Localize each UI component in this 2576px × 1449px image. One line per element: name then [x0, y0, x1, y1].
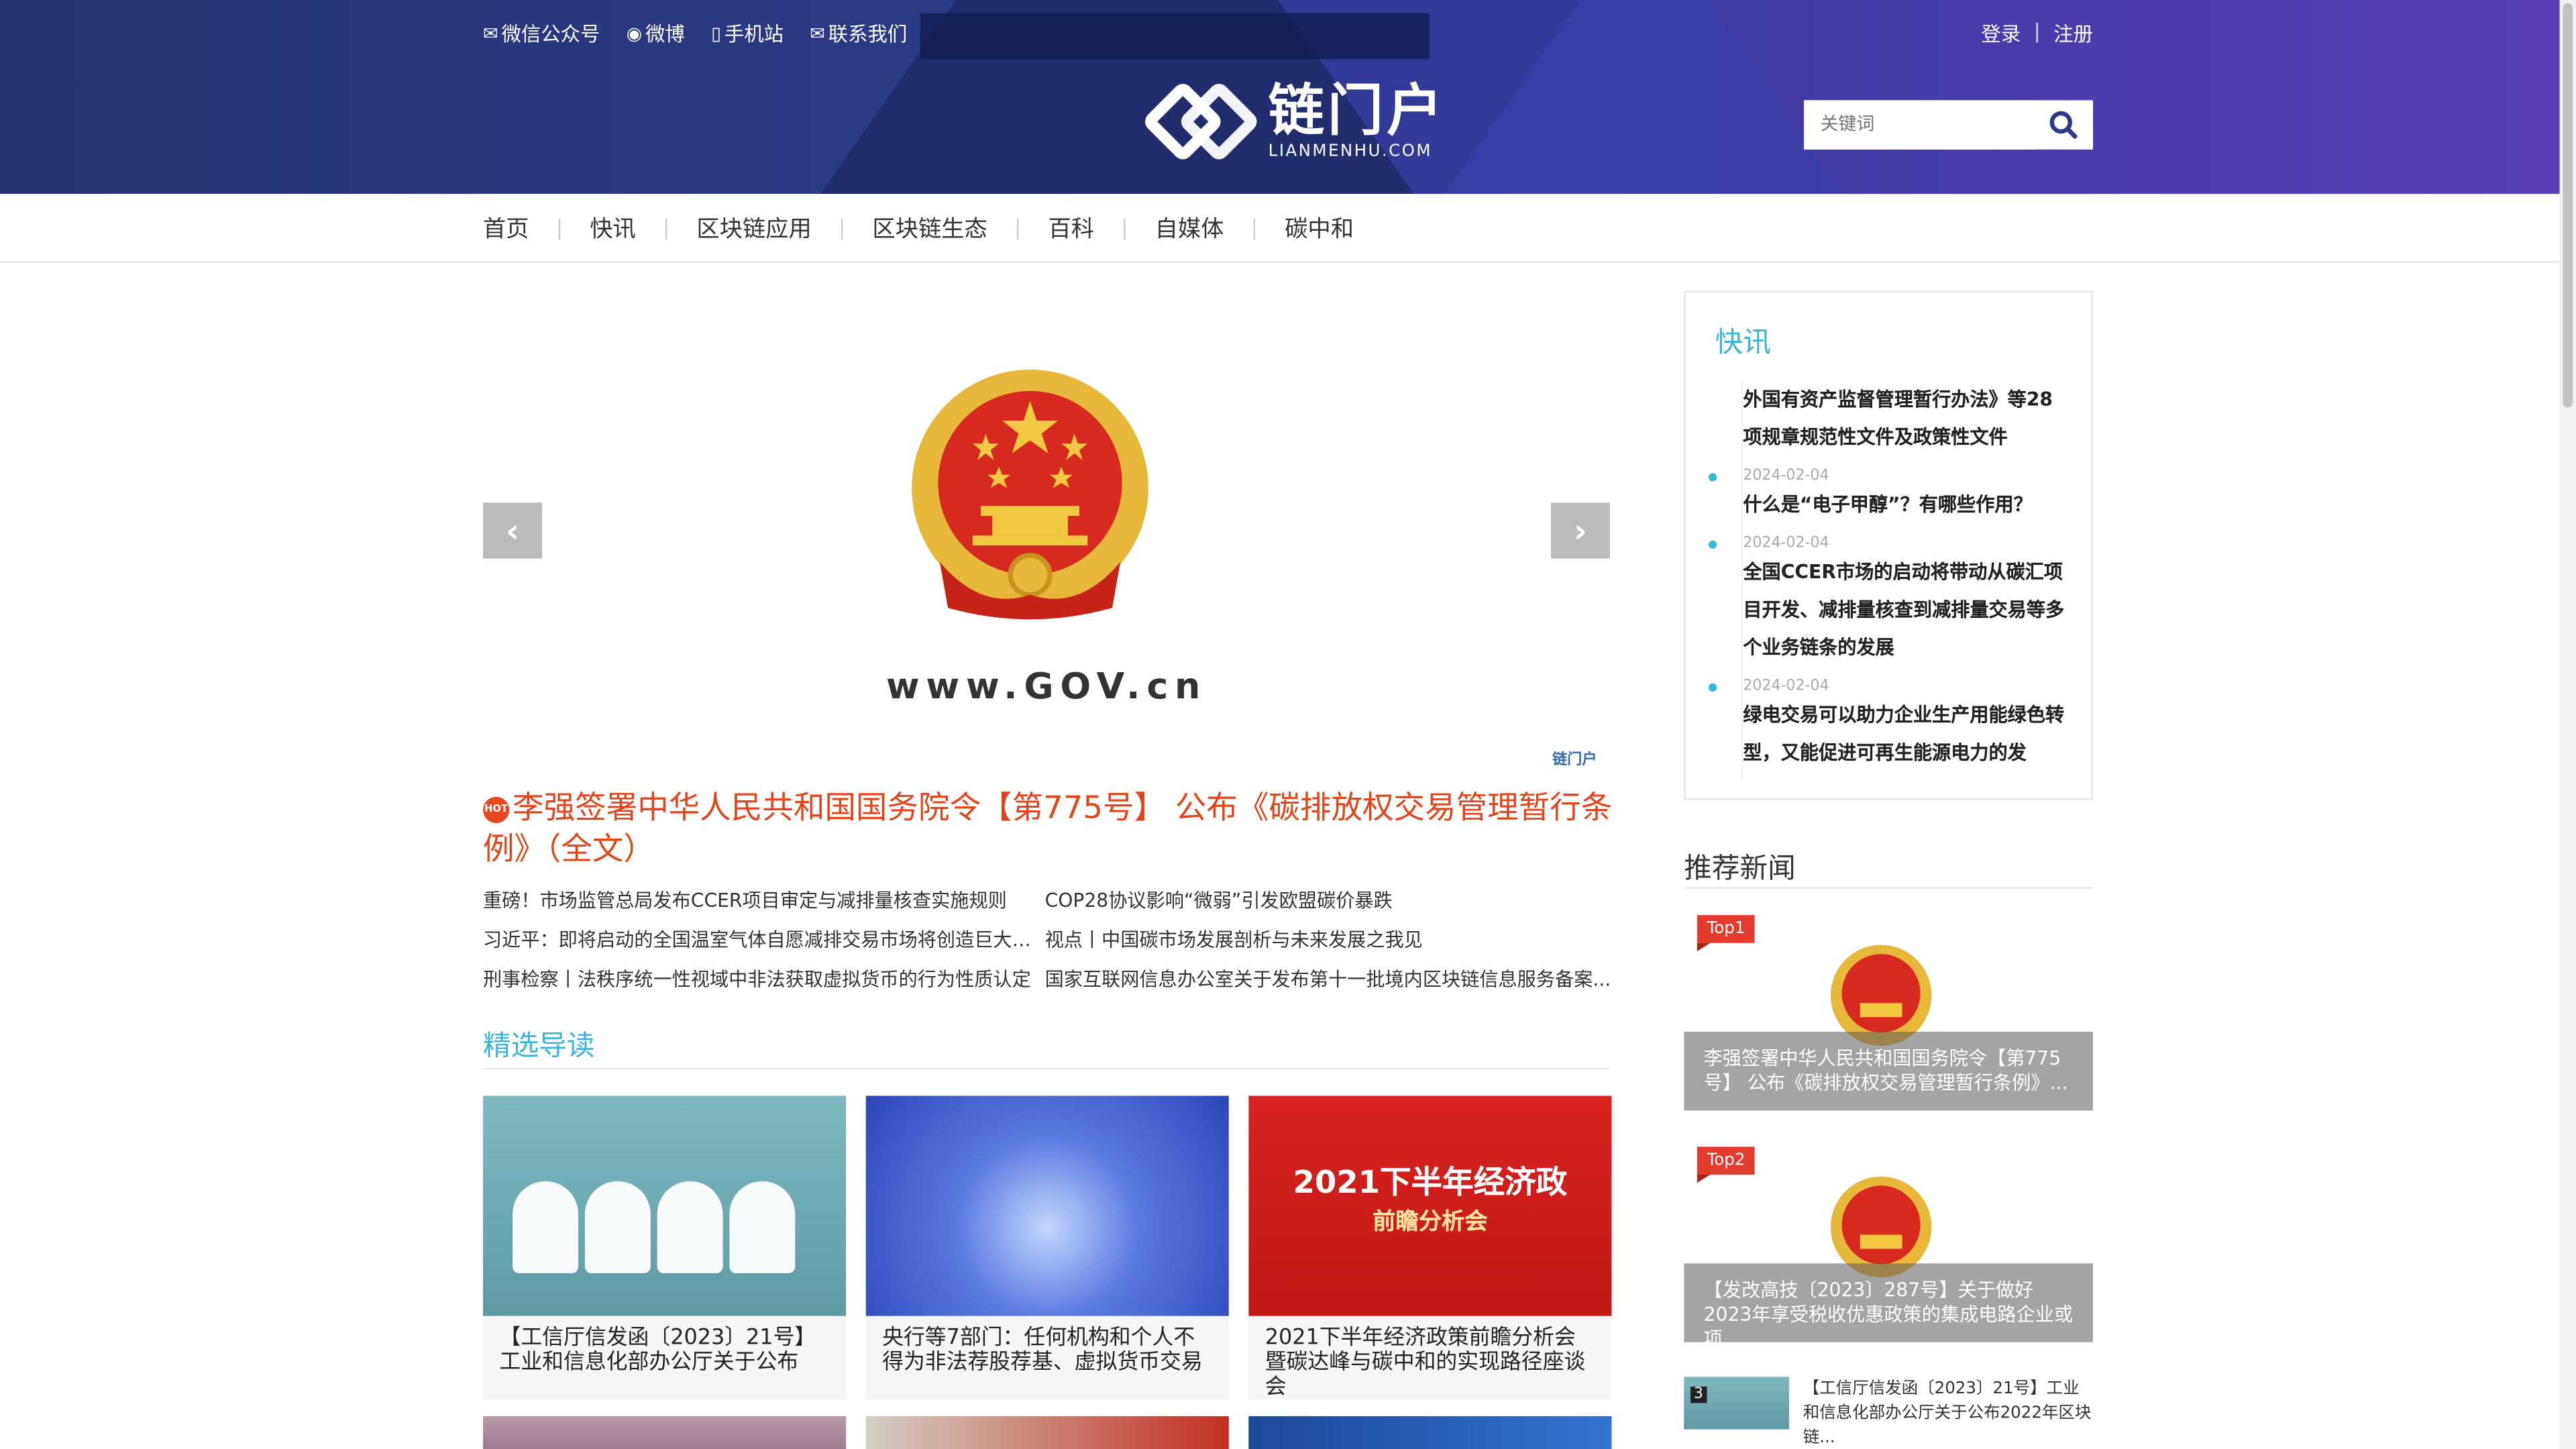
divider: | [2033, 19, 2041, 43]
news-list: 重磅！市场监管总局发布CCER项目审定与减排量核查实施规则 COP28协议影响“… [483, 887, 1617, 994]
auth-links: 登录 | 注册 [1981, 19, 2093, 48]
forum-banner-image: 2021下半年经济政 前瞻分析会 [1248, 1095, 1612, 1316]
nav-item-self-media[interactable]: 自媒体 [1155, 212, 1285, 245]
divider [1684, 887, 2094, 889]
search-icon [2049, 111, 2078, 139]
thumbnail-image: 3 [1684, 1377, 1790, 1430]
divider [483, 1067, 1611, 1070]
news-item[interactable]: 习近平：即将启动的全国温室气体自愿减排交易市场将创造巨大的... [483, 926, 1045, 955]
banner-url-text: www.GOV.cn [885, 667, 1208, 708]
news-item[interactable]: 国家互联网信息办公室关于发布第十一批境内区块链信息服务备案... [1045, 966, 1617, 994]
weibo-icon: ◉ [626, 23, 643, 45]
chevron-right-icon: › [1573, 511, 1588, 551]
contact-link[interactable]: ✉ 联系我们 [810, 19, 907, 48]
news-flash-item[interactable]: 外国有资产监督管理暂行办法》等28项规章规范性文件及政策性文件 [1743, 381, 2070, 457]
hot-icon: HOT [483, 796, 510, 822]
page-scrollbar[interactable] [2559, 0, 2576, 1449]
featured-card[interactable] [865, 1416, 1229, 1449]
card-caption: 2021下半年经济政策前瞻分析会暨碳达峰与碳中和的实现路径座谈会 [1265, 1326, 1586, 1400]
news-flash-item-title: 绿电交易可以助力企业生产用能绿色转型，又能促进可再生能源电力的发 [1743, 703, 2065, 764]
recommend-item-title: 【工信厅信发函〔2023〕21号】工业和信息化部办公厅关于公布2022年区块链.… [1803, 1380, 2092, 1448]
rank-badge: Top2 [1697, 1146, 1756, 1183]
card-caption: 央行等7部门：任何机构和个人不得为非法荐股荐基、虚拟货币交易 [882, 1326, 1203, 1375]
timeline-dot [1708, 473, 1717, 482]
mobile-link[interactable]: ▯ 手机站 [711, 19, 784, 48]
carousel-next-button[interactable]: › [1550, 502, 1611, 559]
site-logo[interactable]: 链门户 LIANMENHU.COM [1140, 78, 1446, 164]
featured-cards: 【工信厅信发函〔2023〕21号】工业和信息化部办公厅关于公布 央行等7部门：任… [483, 1095, 1612, 1449]
mobile-icon: ▯ [711, 23, 721, 45]
logo-icon [1140, 79, 1261, 164]
chevron-left-icon: ‹ [505, 511, 520, 551]
rank-badge: Top1 [1697, 915, 1756, 951]
card-caption: 【工信厅信发函〔2023〕21号】工业和信息化部办公厅关于公布 [499, 1326, 816, 1375]
recommend-card[interactable]: Top2 【发改高技〔2023〕287号】关于做好2023年享受税收优惠政策的集… [1684, 1143, 2094, 1342]
featured-card[interactable]: 【工信厅信发函〔2023〕21号】工业和信息化部办公厅关于公布 [483, 1095, 847, 1400]
banner-watermark: 链门户 [1552, 752, 1597, 769]
news-item[interactable]: 刑事检察丨法秩序统一性视域中非法获取虚拟货币的行为性质认定 [483, 966, 1045, 994]
banner-carousel[interactable]: www.GOV.cn 链门户 ‹ › [483, 292, 1611, 775]
main-nav: 首页 快讯 区块链应用 区块链生态 百科 自媒体 碳中和 [0, 193, 2576, 263]
nav-item-blockchain-apps[interactable]: 区块链应用 [696, 212, 872, 245]
recommend-list-item[interactable]: 3 【工信厅信发函〔2023〕21号】工业和信息化部办公厅关于公布2022年区块… [1684, 1377, 2093, 1448]
search-box [1804, 100, 2094, 150]
recommend-title: 推荐新闻 [1684, 853, 1796, 886]
news-flash-title: 快讯 [1715, 327, 1772, 360]
news-flash-date: 2024-02-04 [1743, 678, 1829, 695]
featured-section-title: 精选导读 [483, 1030, 595, 1063]
rank-number: 3 [1690, 1386, 1707, 1403]
recommend-caption: 【发改高技〔2023〕287号】关于做好2023年享受税收优惠政策的集成电路企业… [1684, 1263, 2094, 1342]
timeline-dot [1708, 540, 1717, 549]
recommend-card[interactable]: Top1 李强签署中华人民共和国国务院令【第775号】 公布《碳排放权交易管理暂… [1684, 912, 2094, 1111]
news-flash-item[interactable]: 2024-02-04 什么是“电子甲醇”？有哪些作用？ [1708, 467, 2070, 525]
featured-card[interactable]: 央行等7部门：任何机构和个人不得为非法荐股荐基、虚拟货币交易 [865, 1095, 1229, 1400]
recommend-caption: 李强签署中华人民共和国国务院令【第775号】 公布《碳排放权交易管理暂行条例》.… [1684, 1031, 2094, 1111]
paper-people-image [483, 1095, 847, 1316]
headline-link[interactable]: HOT 李强签署中华人民共和国国务院令【第775号】 公布《碳排放权交易管理暂行条… [483, 789, 1617, 871]
news-flash-item-title: 全国CCER市场的启动将带动从碳汇项目开发、减排量核查到减排量交易等多个业务链条… [1743, 560, 2065, 659]
news-flash-item[interactable]: 2024-02-04 全国CCER市场的启动将带动从碳汇项目开发、减排量核查到减… [1708, 534, 2070, 667]
featured-card[interactable] [483, 1416, 847, 1449]
search-input[interactable] [1804, 100, 2034, 150]
scrollbar-thumb[interactable] [2563, 3, 2573, 408]
wechat-link[interactable]: ✉ 微信公众号 [483, 19, 600, 48]
blockchain-image [865, 1095, 1229, 1316]
weibo-link[interactable]: ◉ 微博 [627, 19, 685, 48]
mail-icon: ✉ [810, 23, 825, 45]
news-item[interactable]: 重磅！市场监管总局发布CCER项目审定与减排量核查实施规则 [483, 887, 1045, 915]
timeline-dot [1708, 683, 1717, 692]
news-flash-panel: 快讯 外国有资产监督管理暂行办法》等28项规章规范性文件及政策性文件 2024-… [1684, 290, 2094, 800]
news-item[interactable]: 视点丨中国碳市场发展剖析与未来发展之我见 [1045, 926, 1617, 955]
page: ✉ 微信公众号 ◉ 微博 ▯ 手机站 ✉ 联系我们 登录 | 注册 链门户 LIANME… [0, 0, 2576, 1449]
headline-text: 李强签署中华人民共和国国务院令【第775号】 公布《碳排放权交易管理暂行条例》（… [483, 790, 1613, 868]
news-flash-item-title: 什么是“电子甲醇”？有哪些作用？ [1743, 492, 2033, 516]
news-flash-list: 外国有资产监督管理暂行办法》等28项规章规范性文件及政策性文件 2024-02-… [1708, 381, 2070, 782]
nav-item-encyclopedia[interactable]: 百科 [1048, 212, 1155, 245]
site-header: ✉ 微信公众号 ◉ 微博 ▯ 手机站 ✉ 联系我们 登录 | 注册 链门户 LIANME… [0, 0, 2576, 194]
card-image-subtitle: 前瞻分析会 [1373, 1209, 1488, 1236]
search-button[interactable] [2034, 100, 2093, 149]
register-link[interactable]: 注册 [2053, 19, 2093, 48]
nav-item-carbon-neutral[interactable]: 碳中和 [1285, 212, 1354, 245]
news-flash-item-title: 外国有资产监督管理暂行办法》等28项规章规范性文件及政策性文件 [1743, 387, 2053, 449]
news-flash-item[interactable]: 2024-02-04 绿电交易可以助力企业生产用能绿色转型，又能促进可再生能源电… [1708, 677, 2070, 772]
logo-domain: LIANMENHU.COM [1268, 142, 1432, 160]
wechat-icon: ✉ [483, 23, 498, 45]
carousel-prev-button[interactable]: ‹ [483, 502, 543, 559]
featured-card[interactable] [1248, 1416, 1612, 1449]
logo-text: 链门户 [1268, 78, 1446, 144]
header-decoration [920, 13, 1430, 60]
card-image-title: 2021下半年经济政 [1293, 1165, 1568, 1201]
login-link[interactable]: 登录 [1981, 19, 2021, 48]
news-item[interactable]: COP28协议影响“微弱”引发欧盟碳价暴跌 [1045, 887, 1617, 915]
nav-item-home[interactable]: 首页 [483, 212, 590, 245]
nav-item-news-flash[interactable]: 快讯 [590, 212, 696, 245]
news-flash-date: 2024-02-04 [1743, 468, 1829, 485]
national-emblem-image [912, 370, 1148, 620]
news-flash-date: 2024-02-04 [1743, 535, 1829, 552]
featured-card[interactable]: 2021下半年经济政 前瞻分析会 2021下半年经济政策前瞻分析会暨碳达峰与碳中… [1248, 1095, 1612, 1400]
nav-item-blockchain-ecosystem[interactable]: 区块链生态 [872, 212, 1048, 245]
top-links: ✉ 微信公众号 ◉ 微博 ▯ 手机站 ✉ 联系我们 [483, 19, 907, 48]
